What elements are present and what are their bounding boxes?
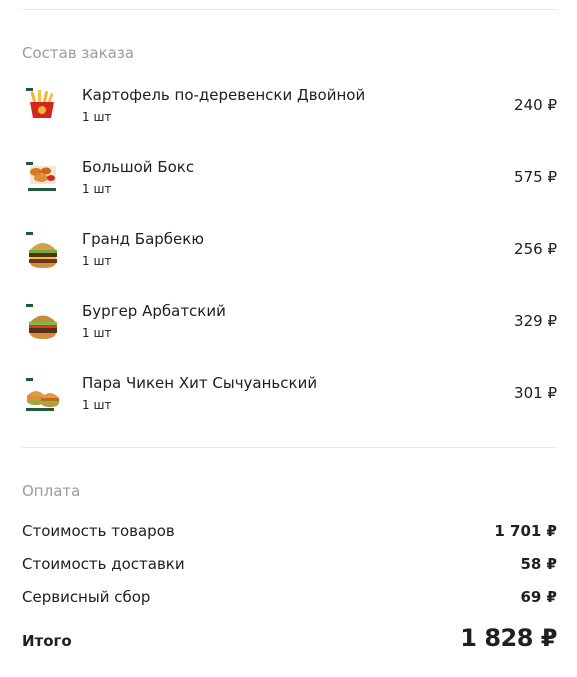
- fries-icon: [22, 86, 70, 134]
- burger-icon: [22, 230, 70, 278]
- payment-row-service-fee: Сервисный сбор 69 ₽: [22, 588, 557, 610]
- payment-row-label: Стоимость доставки: [22, 555, 185, 573]
- payment-row-value: 58 ₽: [520, 555, 557, 573]
- order-item: Бургер Арбатский 1 шт 329 ₽: [22, 302, 557, 350]
- item-name: Картофель по-деревенски Двойной: [82, 86, 366, 104]
- item-name: Гранд Барбекю: [82, 230, 204, 248]
- payment-row-label: Сервисный сбор: [22, 588, 151, 606]
- payment-row-goods: Стоимость товаров 1 701 ₽: [22, 522, 557, 544]
- payment-row-label: Стоимость товаров: [22, 522, 175, 540]
- item-qty: 1 шт: [82, 326, 112, 340]
- item-qty: 1 шт: [82, 110, 112, 124]
- item-price: 256 ₽: [514, 240, 557, 258]
- payment-row-value: 69 ₽: [520, 588, 557, 606]
- burger-icon: [22, 302, 70, 350]
- top-divider: [22, 9, 557, 10]
- order-item: Картофель по-деревенски Двойной 1 шт 240…: [22, 86, 557, 134]
- double-burger-icon: [22, 374, 70, 422]
- section-divider: [22, 447, 557, 448]
- item-name: Большой Бокс: [82, 158, 195, 176]
- item-qty: 1 шт: [82, 182, 112, 196]
- item-qty: 1 шт: [82, 254, 112, 268]
- item-price: 301 ₽: [514, 384, 557, 402]
- order-item: Пара Чикен Хит Сычуаньский 1 шт 301 ₽: [22, 374, 557, 422]
- item-qty: 1 шт: [82, 398, 112, 412]
- item-name: Бургер Арбатский: [82, 302, 226, 320]
- item-price: 329 ₽: [514, 312, 557, 330]
- total-label: Итого: [22, 632, 72, 650]
- payment-section-title: Оплата: [22, 482, 81, 500]
- payment-row-value: 1 701 ₽: [494, 522, 557, 540]
- item-price: 575 ₽: [514, 168, 557, 186]
- order-item: Большой Бокс 1 шт 575 ₽: [22, 158, 557, 206]
- item-price: 240 ₽: [514, 96, 557, 114]
- item-name: Пара Чикен Хит Сычуаньский: [82, 374, 318, 392]
- order-section-title: Состав заказа: [22, 44, 135, 62]
- chicken-box-icon: [22, 158, 70, 206]
- payment-row-delivery: Стоимость доставки 58 ₽: [22, 555, 557, 577]
- order-item: Гранд Барбекю 1 шт 256 ₽: [22, 230, 557, 278]
- total-value: 1 828 ₽: [460, 624, 557, 652]
